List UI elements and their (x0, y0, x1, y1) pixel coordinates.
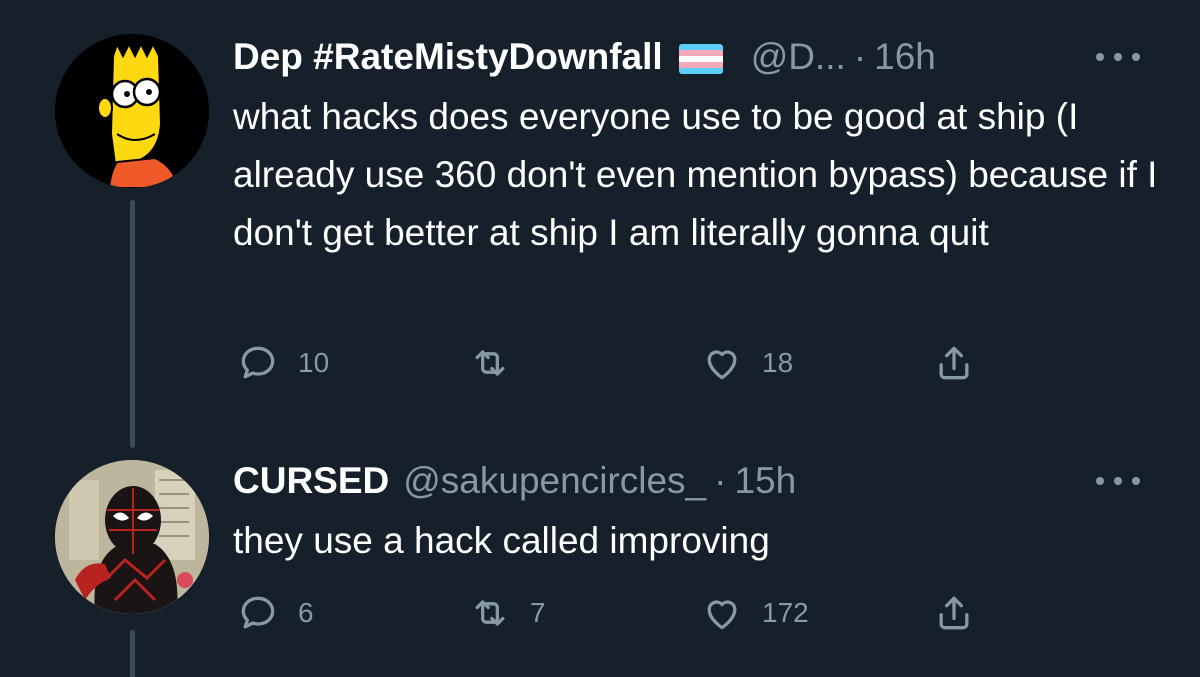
display-name[interactable]: Dep #RateMistyDownfall (233, 36, 663, 78)
timestamp[interactable]: 15h (734, 460, 796, 502)
separator-dot: · (853, 36, 867, 77)
retweet-button[interactable] (468, 338, 530, 388)
reply-count: 6 (298, 597, 314, 628)
reply-count: 10 (298, 347, 330, 378)
tweet-actions: 6 7 172 (236, 588, 996, 638)
thread-connector-line (130, 630, 135, 677)
retweet-button[interactable]: 7 (468, 588, 546, 638)
retweet-icon (475, 600, 505, 626)
more-options-icon[interactable] (1096, 474, 1140, 488)
user-handle[interactable]: @sakupencircles_ (403, 460, 706, 502)
bart-simpson-avatar-icon (55, 34, 209, 188)
share-button[interactable] (932, 338, 976, 388)
tweet-header: CURSED @sakupencircles_ · 15h (233, 460, 796, 502)
avatar-spiderman[interactable] (55, 460, 209, 614)
retweet-icon (475, 350, 505, 376)
like-count: 172 (762, 597, 809, 628)
timestamp[interactable]: 16h (874, 36, 936, 78)
separator-dot: · (714, 460, 727, 501)
tweet-text: they use a hack called improving (233, 520, 770, 561)
avatar-bart[interactable] (55, 34, 209, 188)
display-name[interactable]: CURSED (233, 460, 389, 502)
tweet-header: Dep #RateMistyDownfall @D... · 16h (233, 36, 936, 78)
like-count: 18 (762, 347, 794, 378)
tweet-thread: Dep #RateMistyDownfall @D... · 16h what … (0, 0, 1200, 677)
like-button[interactable]: 172 (700, 588, 809, 638)
thread-connector-line (130, 200, 135, 448)
share-button[interactable] (932, 588, 976, 638)
share-icon (939, 346, 969, 380)
reply-button[interactable]: 10 (236, 338, 329, 388)
tweet-text: what hacks does everyone use to be good … (233, 96, 1158, 253)
heart-icon (707, 350, 737, 380)
more-options-icon[interactable] (1096, 50, 1140, 64)
spiderman-avatar-icon (55, 460, 209, 614)
transgender-flag-icon (678, 44, 723, 74)
retweet-count: 7 (530, 597, 546, 628)
reply-icon (241, 346, 275, 379)
like-button[interactable]: 18 (700, 338, 793, 388)
share-icon (939, 596, 969, 630)
reply-icon (241, 596, 275, 629)
reply-button[interactable]: 6 (236, 588, 314, 638)
tweet-actions: 10 18 (236, 338, 996, 388)
heart-icon (707, 600, 737, 630)
user-handle[interactable]: @D... (751, 36, 846, 78)
